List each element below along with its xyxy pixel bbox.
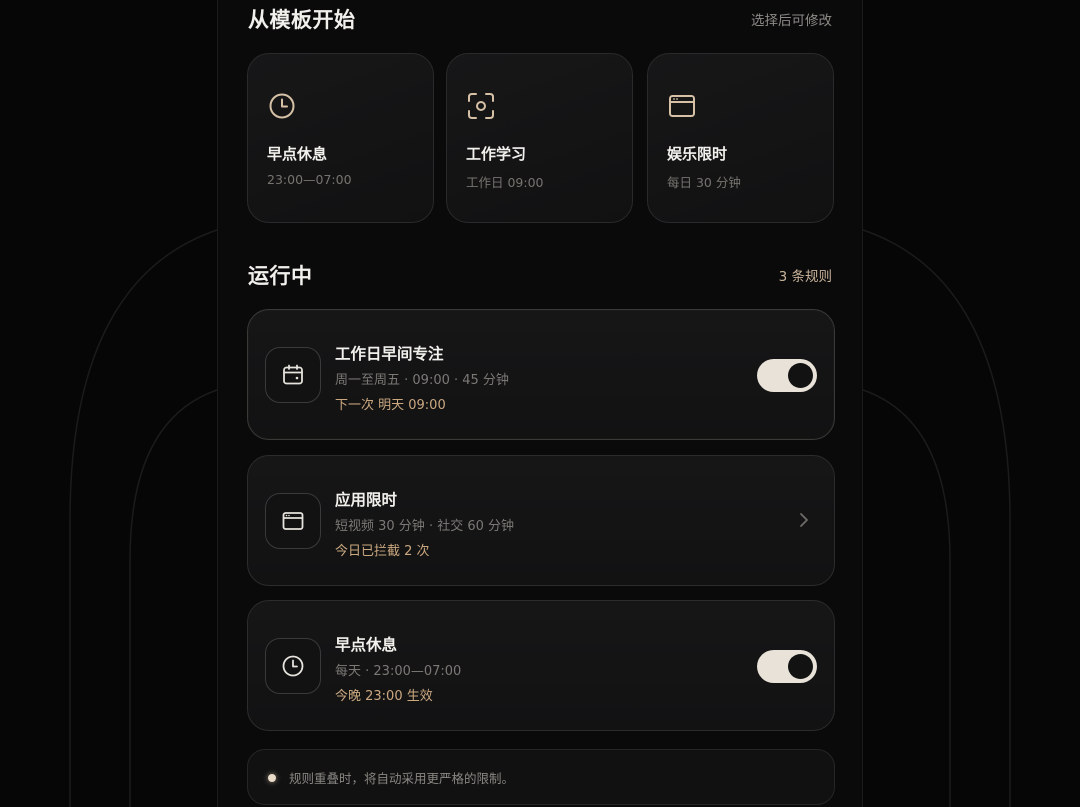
rule-status: 下一次 明天 09:00 xyxy=(335,398,446,413)
toggle-knob xyxy=(788,654,813,679)
template-card-sleep[interactable]: 早点休息 23:00—07:00 xyxy=(247,53,434,223)
rule-card-weekday-focus[interactable]: 工作日早间专注 周一至周五 · 09:00 · 45 分钟 下一次 明天 09:… xyxy=(247,309,835,440)
template-card-entertainment[interactable]: 娱乐限时 每日 30 分钟 xyxy=(647,53,834,223)
app-window-icon xyxy=(669,95,695,117)
rule-icon-container xyxy=(265,493,321,549)
calendar-icon xyxy=(283,364,303,385)
template-name: 娱乐限时 xyxy=(667,145,728,163)
template-name: 工作学习 xyxy=(466,145,527,163)
rule-description: 短视频 30 分钟 · 社交 60 分钟 xyxy=(335,519,515,534)
rule-description: 周一至周五 · 09:00 · 45 分钟 xyxy=(335,373,509,388)
templates-section-header: 从模板开始 选择后可修改 xyxy=(248,4,832,34)
template-name: 早点休息 xyxy=(267,145,328,163)
rule-card-sleep[interactable]: 早点休息 每天 · 23:00—07:00 今晚 23:00 生效 xyxy=(247,600,835,731)
rule-title: 早点休息 xyxy=(335,636,398,654)
notice-text: 规则重叠时，将自动采用更严格的限制。 xyxy=(289,771,515,786)
templates-section-title: 从模板开始 xyxy=(248,8,356,32)
rule-status: 今日已拦截 2 次 xyxy=(335,544,430,559)
template-card-work[interactable]: 工作学习 工作日 09:00 xyxy=(446,53,633,223)
running-section-header: 运行中 3 条规则 xyxy=(248,260,832,290)
rule-icon-container xyxy=(265,638,321,694)
overlap-notice: 规则重叠时，将自动采用更严格的限制。 xyxy=(247,749,835,805)
focus-icon xyxy=(468,93,494,119)
clock-icon xyxy=(269,93,295,119)
toggle-knob xyxy=(788,363,813,388)
chevron-right-icon[interactable] xyxy=(798,510,810,530)
clock-icon xyxy=(282,655,304,677)
rule-toggle[interactable] xyxy=(757,359,817,392)
rule-title: 应用限时 xyxy=(335,491,398,509)
rule-description: 每天 · 23:00—07:00 xyxy=(335,664,462,679)
rule-toggle[interactable] xyxy=(757,650,817,683)
rule-icon-container xyxy=(265,347,321,403)
rule-status: 今晚 23:00 生效 xyxy=(335,689,433,704)
rule-title: 工作日早间专注 xyxy=(335,345,444,363)
rule-count: 3 条规则 xyxy=(778,269,832,285)
template-subtitle: 每日 30 分钟 xyxy=(667,175,741,190)
notice-dot-icon xyxy=(268,774,276,782)
template-subtitle: 23:00—07:00 xyxy=(267,172,352,187)
running-section-title: 运行中 xyxy=(248,264,313,288)
templates-section-hint: 选择后可修改 xyxy=(751,13,832,29)
app-window-icon xyxy=(282,512,304,530)
template-subtitle: 工作日 09:00 xyxy=(466,175,544,190)
rule-card-app-limit[interactable]: 应用限时 短视频 30 分钟 · 社交 60 分钟 今日已拦截 2 次 xyxy=(247,455,835,586)
